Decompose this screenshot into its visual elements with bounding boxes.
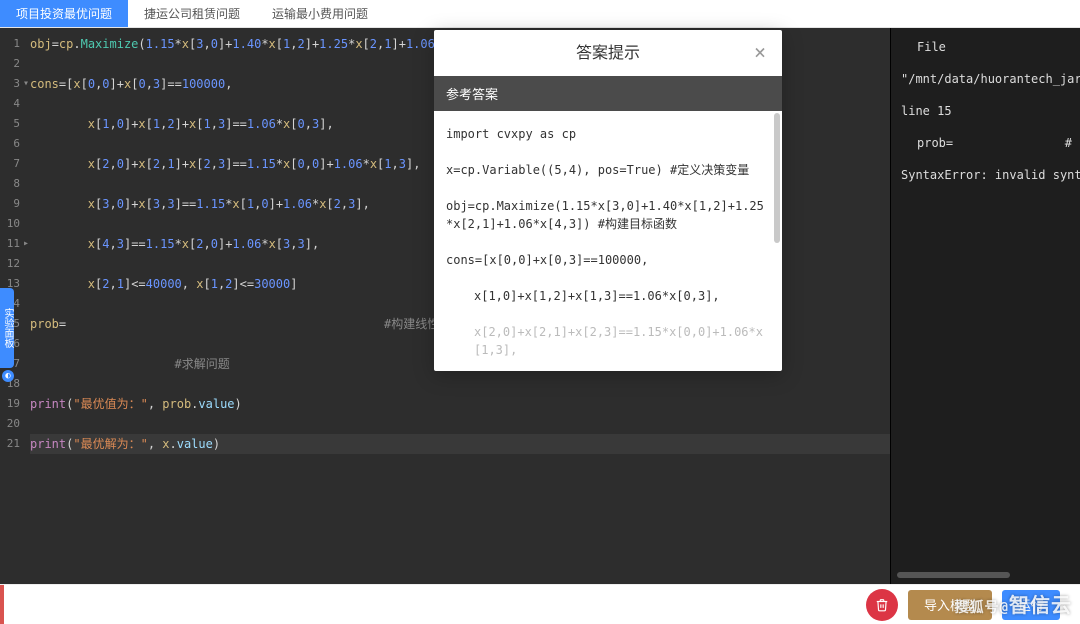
console-line: prob=# <box>901 134 1072 152</box>
line-number: 9 <box>0 194 26 214</box>
answer-line: import cvxpy as cp <box>446 125 770 143</box>
answer-line: x[1,0]+x[1,2]+x[1,3]==1.06*x[0,3], <box>446 287 770 305</box>
line-number: 2 <box>0 54 26 74</box>
code-line[interactable]: print("最优值为：", prob.value) <box>30 394 890 414</box>
answer-line: x=cp.Variable((5,4), pos=True) #定义决策变量 <box>446 161 770 179</box>
console-line: SyntaxError: invalid syntax <box>901 166 1072 184</box>
line-number: 1 <box>0 34 26 54</box>
console-line: File <box>901 38 1072 56</box>
line-number: 6 <box>0 134 26 154</box>
modal-title-text: 答案提示 <box>576 43 640 62</box>
modal-title: 答案提示 × <box>434 30 782 76</box>
console-line: line 15 <box>901 102 1072 120</box>
fold-icon[interactable]: ▸ <box>20 234 32 254</box>
line-number: 7 <box>0 154 26 174</box>
bottom-toolbar: 导入模型 运行 <box>0 584 1080 624</box>
answer-line: obj=cp.Maximize(1.15*x[3,0]+1.40*x[1,2]+… <box>446 197 770 233</box>
line-number: 8 <box>0 174 26 194</box>
close-icon[interactable]: × <box>748 40 772 64</box>
line-number: 4 <box>0 94 26 114</box>
experiment-panel-handle[interactable]: 实验面板 <box>0 288 14 368</box>
fold-icon[interactable]: ▾ <box>20 74 32 94</box>
modal-scrollbar[interactable] <box>774 113 780 243</box>
line-number: 19 <box>0 394 26 414</box>
line-number: 10 <box>0 214 26 234</box>
tab-0[interactable]: 项目投资最优问题 <box>0 0 128 27</box>
answer-line: cons=[x[0,0]+x[0,3]==100000, <box>446 251 770 269</box>
status-strip <box>0 585 866 624</box>
collapse-icon[interactable]: ◐ <box>2 370 14 382</box>
modal-body[interactable]: import cvxpy as cp x=cp.Variable((5,4), p… <box>434 111 782 371</box>
line-number: 20 <box>0 414 26 434</box>
code-line[interactable] <box>30 414 890 434</box>
output-console[interactable]: File "/mnt/data/huorantech_jar/pyline 15 p… <box>890 28 1080 584</box>
console-line: "/mnt/data/huorantech_jar/py <box>901 70 1072 88</box>
console-scrollbar[interactable] <box>891 572 1080 578</box>
tab-1[interactable]: 捷运公司租赁问题 <box>128 0 256 27</box>
answer-line: x[2,0]+x[2,1]+x[2,3]==1.15*x[0,0]+1.06*x… <box>446 323 770 359</box>
watermark-name: 智信云 <box>1009 593 1072 617</box>
tabs-bar: 项目投资最优问题捷运公司租赁问题运输最小费用问题 <box>0 0 1080 28</box>
code-line[interactable] <box>30 374 890 394</box>
line-number: 5 <box>0 114 26 134</box>
trash-icon <box>875 598 889 612</box>
watermark: 搜狐号@智信云 <box>955 589 1072 618</box>
delete-button[interactable] <box>866 589 898 621</box>
watermark-prefix: 搜狐号@ <box>955 600 1009 616</box>
code-line[interactable]: print("最优解为：", x.value) <box>30 434 890 454</box>
modal-subtitle: 参考答案 <box>434 76 782 111</box>
line-number: 21 <box>0 434 26 454</box>
tab-2[interactable]: 运输最小费用问题 <box>256 0 384 27</box>
answer-hint-modal: 答案提示 × 参考答案 import cvxpy as cp x=cp.Varia… <box>434 30 782 371</box>
line-number: 12 <box>0 254 26 274</box>
